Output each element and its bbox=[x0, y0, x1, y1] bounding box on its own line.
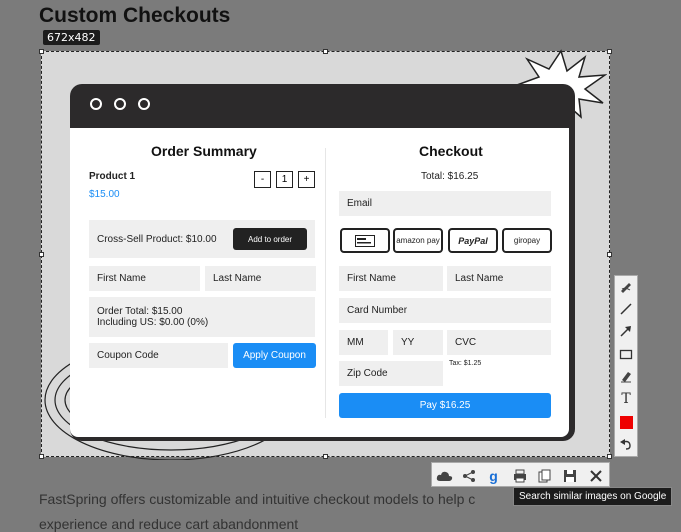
email-field[interactable]: Email bbox=[339, 191, 551, 216]
mm-field[interactable]: MM bbox=[339, 330, 388, 355]
line-icon[interactable] bbox=[618, 301, 634, 317]
google-search-tooltip: Search similar images on Google bbox=[513, 487, 673, 506]
pencil-icon[interactable] bbox=[618, 278, 634, 294]
amazon-pay-icon[interactable]: amazon pay bbox=[393, 228, 443, 253]
paypal-icon[interactable]: PayPal bbox=[448, 228, 498, 253]
qty-minus-button[interactable]: - bbox=[254, 171, 271, 188]
checkout-first-name-field[interactable]: First Name bbox=[339, 266, 443, 291]
cross-sell-label: Cross-Sell Product: $10.00 bbox=[97, 233, 217, 245]
order-summary-heading: Order Summary bbox=[151, 143, 257, 159]
coupon-code-field[interactable]: Coupon Code bbox=[89, 343, 228, 368]
apply-coupon-button[interactable]: Apply Coupon bbox=[233, 343, 316, 368]
resize-handle-w[interactable] bbox=[39, 252, 44, 257]
save-icon[interactable] bbox=[561, 467, 578, 484]
rectangle-icon[interactable] bbox=[618, 346, 634, 362]
zip-code-field[interactable]: Zip Code bbox=[339, 361, 443, 386]
window-dot-icon bbox=[90, 98, 102, 110]
qty-value[interactable]: 1 bbox=[276, 171, 293, 188]
resize-handle-nw[interactable] bbox=[39, 49, 44, 54]
resize-handle-s[interactable] bbox=[323, 454, 328, 459]
undo-icon[interactable] bbox=[618, 436, 634, 452]
window-dot-icon bbox=[138, 98, 150, 110]
body-text-line-1: FastSpring offers customizable and intui… bbox=[39, 491, 476, 507]
google-search-icon[interactable]: g bbox=[485, 467, 502, 484]
resize-handle-se[interactable] bbox=[607, 454, 612, 459]
text-icon[interactable]: T bbox=[618, 391, 634, 407]
checkout-heading: Checkout bbox=[419, 143, 483, 159]
add-to-order-button[interactable]: Add to order bbox=[233, 228, 307, 250]
copy-icon[interactable] bbox=[536, 467, 553, 484]
including-us: Including US: $0.00 (0%) bbox=[97, 317, 209, 328]
product-price: $15.00 bbox=[89, 189, 120, 200]
product-name: Product 1 bbox=[89, 171, 136, 182]
action-toolbar: g bbox=[431, 462, 610, 487]
yy-field[interactable]: YY bbox=[393, 330, 443, 355]
arrow-icon[interactable] bbox=[618, 323, 634, 339]
dimensions-badge: 672x482 bbox=[43, 30, 100, 45]
page-title: Custom Checkouts bbox=[39, 4, 231, 27]
pay-button[interactable]: Pay $16.25 bbox=[339, 393, 551, 418]
resize-handle-e[interactable] bbox=[607, 252, 612, 257]
resize-handle-ne[interactable] bbox=[607, 49, 612, 54]
tax-label: Tax: $1.25 bbox=[449, 360, 482, 367]
column-divider bbox=[325, 148, 326, 418]
window-dot-icon bbox=[114, 98, 126, 110]
card-number-field[interactable]: Card Number bbox=[339, 298, 551, 323]
cloud-upload-icon[interactable] bbox=[436, 467, 453, 484]
first-name-field[interactable]: First Name bbox=[89, 266, 200, 291]
giropay-icon[interactable]: giropay bbox=[502, 228, 552, 253]
resize-handle-n[interactable] bbox=[323, 49, 328, 54]
print-icon[interactable] bbox=[511, 467, 528, 484]
card-pay-icon[interactable] bbox=[340, 228, 390, 253]
last-name-field[interactable]: Last Name bbox=[205, 266, 316, 291]
share-icon[interactable] bbox=[460, 467, 477, 484]
qty-plus-button[interactable]: + bbox=[298, 171, 315, 188]
marker-icon[interactable] bbox=[618, 368, 634, 384]
color-swatch-icon[interactable] bbox=[618, 414, 634, 430]
body-text-line-2: experience and reduce cart abandonment bbox=[39, 516, 299, 532]
cvc-field[interactable]: CVC bbox=[447, 330, 551, 355]
checkout-total: Total: $16.25 bbox=[421, 171, 479, 182]
drawing-toolbar: T bbox=[614, 275, 638, 457]
checkout-last-name-field[interactable]: Last Name bbox=[447, 266, 551, 291]
order-total: Order Total: $15.00 bbox=[97, 306, 183, 317]
close-icon[interactable] bbox=[587, 467, 604, 484]
order-total-box: Order Total: $15.00 Including US: $0.00 … bbox=[89, 297, 315, 337]
